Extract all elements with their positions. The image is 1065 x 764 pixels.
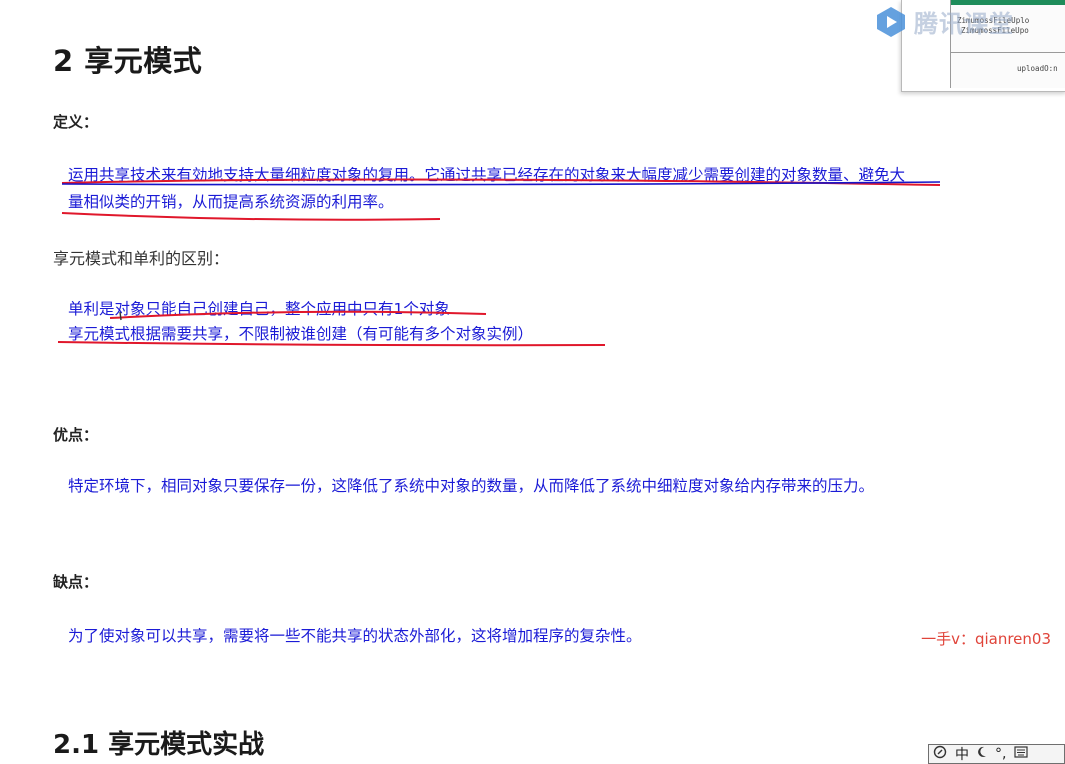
ime-logo-icon[interactable] — [933, 745, 947, 763]
advantages-label: 优点： — [53, 426, 99, 444]
ime-language-toggle[interactable]: 中 — [955, 744, 969, 764]
difference-line-2: 享元模式根据需要共享，不限制被谁创建（有可能有多个对象实例） — [68, 325, 534, 343]
definition-label: 定义： — [53, 113, 99, 131]
difference-line-1: 单利是对象只能自己创建自己，整个应用中只有1个对象 — [68, 300, 450, 318]
definition-line-2: 量相似类的开销，从而提高系统资源的利用率。 — [68, 193, 394, 211]
ime-toolbar[interactable]: 中 °, — [928, 744, 1065, 764]
play-icon — [877, 6, 905, 37]
annotation-layer — [57, 178, 941, 347]
advantages-text: 特定环境下，相同对象只要保存一份，这降低了系统中对象的数量，从而降低了系统中细粒… — [68, 477, 875, 495]
annotation-underline-red-2 — [61, 212, 441, 221]
section-subtitle: 2.1 享元模式实战 — [53, 730, 265, 760]
page-title: 2 享元模式 — [53, 44, 203, 78]
logo-text: 腾讯课堂 — [914, 10, 1014, 38]
definition-line-1: 运用共享技术来有効地支持大量细粒度对象的复用。它通过共享已经存在的对象来大幅度减… — [68, 166, 906, 184]
ime-moon-icon[interactable] — [977, 746, 987, 762]
ime-punctuation-toggle[interactable]: °, — [995, 746, 1006, 762]
code-line-3: uploadO:n — [1017, 64, 1058, 73]
watermark-text: 一手v：qianren03 — [921, 630, 1051, 648]
disadvantages-label: 缺点： — [53, 573, 99, 591]
ime-keyboard-icon[interactable] — [1014, 746, 1029, 762]
disadvantages-text: 为了使对象可以共享，需要将一些不能共享的状态外部化，这将增加程序的复杂性。 — [68, 627, 642, 645]
tencent-classroom-logo: 腾讯课堂 — [874, 4, 1014, 39]
difference-heading: 享元模式和单利的区别： — [53, 249, 230, 268]
overlay-divider — [951, 52, 1065, 53]
